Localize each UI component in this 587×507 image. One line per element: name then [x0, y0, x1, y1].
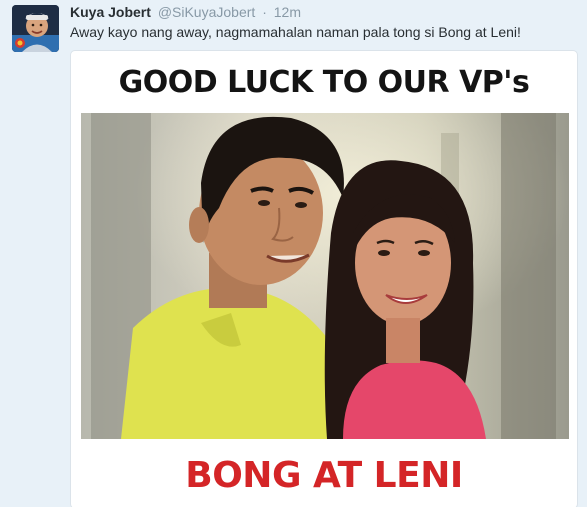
tweet: Kuya Jobert @SiKuyaJobert · 12m Away kay…	[0, 0, 587, 507]
couple-photo	[81, 113, 569, 439]
display-name[interactable]: Kuya Jobert	[70, 4, 151, 20]
user-handle[interactable]: @SiKuyaJobert	[158, 4, 255, 20]
media-photo	[81, 113, 569, 439]
tweet-text: Away kayo nang away, nagmamahalan naman …	[70, 24, 521, 40]
tweet-header: Kuya Jobert @SiKuyaJobert · 12m	[70, 3, 301, 21]
timestamp[interactable]: 12m	[274, 4, 301, 20]
avatar[interactable]	[12, 5, 59, 52]
media-caption: BONG AT LENI	[185, 455, 463, 496]
tweet-media[interactable]: GOOD LUCK TO OUR VP's BONG AT LENI	[70, 50, 578, 507]
media-headline: GOOD LUCK TO OUR VP's	[118, 65, 530, 100]
avatar-image	[12, 5, 59, 52]
separator: ·	[262, 4, 267, 20]
